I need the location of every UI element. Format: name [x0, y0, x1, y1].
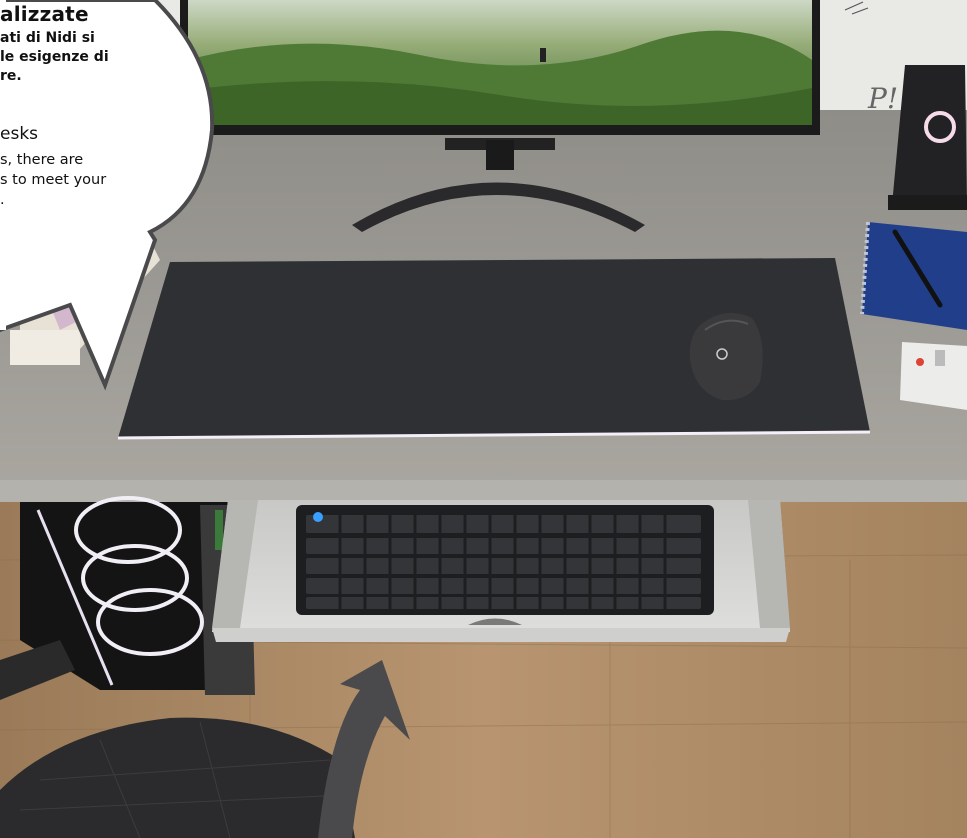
callout-body-en: s, there are s to meet your .	[0, 150, 106, 210]
calculator	[900, 342, 967, 410]
callout-body-it-line: re.	[0, 68, 22, 84]
notebook	[860, 221, 967, 330]
callout-body-en-line: s, there are	[0, 152, 84, 168]
callout-title-it: alizzate	[0, 2, 89, 26]
callout-body-it-line: le esigenze di	[0, 49, 109, 65]
keyboard	[296, 505, 714, 615]
callout-body-it-line: ati di Nidi si	[0, 30, 95, 46]
callout-body-en-line: s to meet your	[0, 172, 107, 188]
callout-body-en-line: .	[0, 192, 5, 208]
callout-text: alizzate ati di Nidi si le esigenze di r…	[0, 0, 215, 215]
callout-body-it: ati di Nidi si le esigenze di re.	[0, 29, 109, 86]
callout-title-en: esks	[0, 124, 39, 144]
